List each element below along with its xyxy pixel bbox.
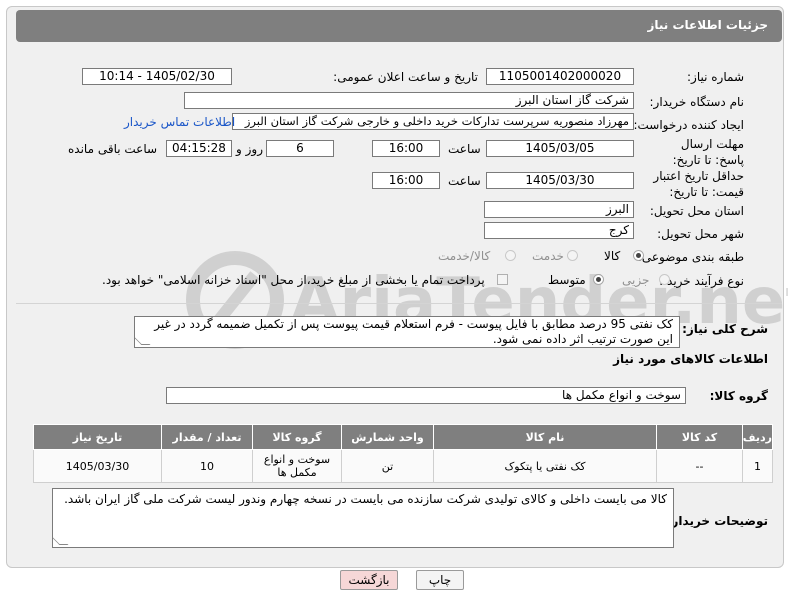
category-goods-radio[interactable] bbox=[633, 250, 644, 261]
goods-group-label: گروه کالا: bbox=[709, 389, 768, 403]
process-medium-label: متوسط bbox=[548, 273, 586, 287]
buyer-notes-text: کالا می بایست داخلی و کالای تولیدی شرکت … bbox=[64, 492, 667, 506]
page-title: جزئیات اطلاعات نیاز bbox=[647, 18, 768, 32]
category-goods-label: کالا bbox=[604, 249, 621, 263]
price-time-label: ساعت bbox=[448, 174, 481, 188]
need-number-field: 1105001402000020 bbox=[486, 68, 634, 85]
time-left-field: 04:15:28 bbox=[166, 140, 232, 157]
col-goods-name: نام کالا bbox=[433, 424, 657, 450]
col-quantity: تعداد / مقدار bbox=[161, 424, 253, 450]
table-header-row: ردیف کد کالا نام کالا واحد شمارش گروه کا… bbox=[33, 424, 773, 450]
col-need-date: تاریخ نیاز bbox=[33, 424, 162, 450]
general-description-text: کک نفتی 95 درصد مطابق با فایل پیوست - فر… bbox=[154, 317, 673, 346]
buyer-org-label: نام دستگاه خریدار: bbox=[649, 95, 745, 109]
days-left-field: 6 bbox=[266, 140, 334, 157]
goods-table: ردیف کد کالا نام کالا واحد شمارش گروه کا… bbox=[33, 424, 773, 483]
resize-handle-icon[interactable] bbox=[53, 536, 69, 545]
separator bbox=[16, 303, 782, 304]
process-medium-radio[interactable] bbox=[593, 274, 604, 285]
process-small-label: جزیی bbox=[622, 273, 650, 287]
reply-deadline-label: مهلت ارسال پاسخ: تا تاریخ: bbox=[672, 137, 744, 167]
cell-row-number: 1 bbox=[742, 449, 773, 483]
treasury-checkbox[interactable] bbox=[497, 274, 508, 285]
category-goods-service-radio[interactable] bbox=[505, 250, 516, 261]
back-button[interactable]: بازگشت bbox=[340, 570, 398, 590]
general-description-field: کک نفتی 95 درصد مطابق با فایل پیوست - فر… bbox=[134, 316, 680, 348]
reply-time-label: ساعت bbox=[448, 142, 481, 156]
day-and-label: روز و bbox=[236, 142, 263, 156]
announce-datetime-field: 1405/02/30 - 10:14 bbox=[82, 68, 232, 85]
requester-field: مهرزاد منصوریه سرپرست تدارکات خرید داخلی… bbox=[232, 113, 634, 130]
goods-group-field: سوخت و انواع مکمل ها bbox=[166, 387, 686, 404]
col-row-number: ردیف bbox=[742, 424, 773, 450]
category-service-label: خدمت bbox=[532, 249, 564, 263]
city-label: شهر محل تحویل: bbox=[657, 227, 744, 241]
need-number-label: شماره نیاز: bbox=[687, 70, 744, 84]
category-service-radio[interactable] bbox=[567, 250, 578, 261]
cell-unit: تن bbox=[341, 449, 434, 483]
reply-time-field: 16:00 bbox=[372, 140, 440, 157]
subject-category-label: طبقه بندی موضوعی: bbox=[637, 250, 744, 264]
purchase-process-label: نوع فرآیند خرید : bbox=[659, 274, 744, 288]
cell-goods-name: کک نفتی یا پتکوک bbox=[433, 449, 657, 483]
buyer-notes-field: کالا می بایست داخلی و کالای تولیدی شرکت … bbox=[52, 488, 674, 548]
province-label: استان محل تحویل: bbox=[649, 204, 744, 218]
price-time-field: 16:00 bbox=[372, 172, 440, 189]
buyer-notes-label: توضیحات خریدار: bbox=[666, 514, 768, 528]
col-goods-code: کد کالا bbox=[656, 424, 743, 450]
general-description-label: شرح کلی نیاز: bbox=[682, 322, 768, 336]
requester-label: ایجاد کننده درخواست: bbox=[633, 118, 744, 132]
category-goods-service-label: کالا/خدمت bbox=[438, 249, 491, 263]
price-date-field: 1405/03/30 bbox=[486, 172, 634, 189]
page-header: جزئیات اطلاعات نیاز bbox=[16, 10, 782, 42]
treasury-note: پرداخت تمام یا بخشی از مبلغ خرید،از محل … bbox=[102, 273, 485, 287]
resize-handle-icon[interactable] bbox=[135, 336, 151, 345]
price-validity-label: حداقل تاریخ اعتبار قیمت: تا تاریخ: bbox=[653, 169, 744, 199]
goods-info-heading: اطلاعات کالاهای مورد نیاز bbox=[613, 352, 768, 366]
cell-goods-group: سوخت و انواع مکمل ها bbox=[252, 449, 342, 483]
buyer-org-field: شرکت گاز استان البرز bbox=[184, 92, 634, 109]
city-field: کرج bbox=[484, 222, 634, 239]
announce-datetime-label: تاریخ و ساعت اعلان عمومی: bbox=[333, 70, 478, 84]
process-small-radio[interactable] bbox=[659, 274, 670, 285]
cell-goods-code: -- bbox=[656, 449, 743, 483]
reply-date-field: 1405/03/05 bbox=[486, 140, 634, 157]
province-field: البرز bbox=[484, 201, 634, 218]
col-goods-group: گروه کالا bbox=[252, 424, 342, 450]
col-unit: واحد شمارش bbox=[341, 424, 434, 450]
table-row: 1 -- کک نفتی یا پتکوک تن سوخت و انواع مک… bbox=[33, 449, 773, 483]
print-button[interactable]: چاپ bbox=[416, 570, 464, 590]
cell-quantity: 10 bbox=[161, 449, 253, 483]
time-left-label: ساعت باقی مانده bbox=[68, 142, 158, 156]
buyer-contact-link[interactable]: اطلاعات تماس خریدار bbox=[124, 115, 235, 129]
cell-need-date: 1405/03/30 bbox=[33, 449, 162, 483]
